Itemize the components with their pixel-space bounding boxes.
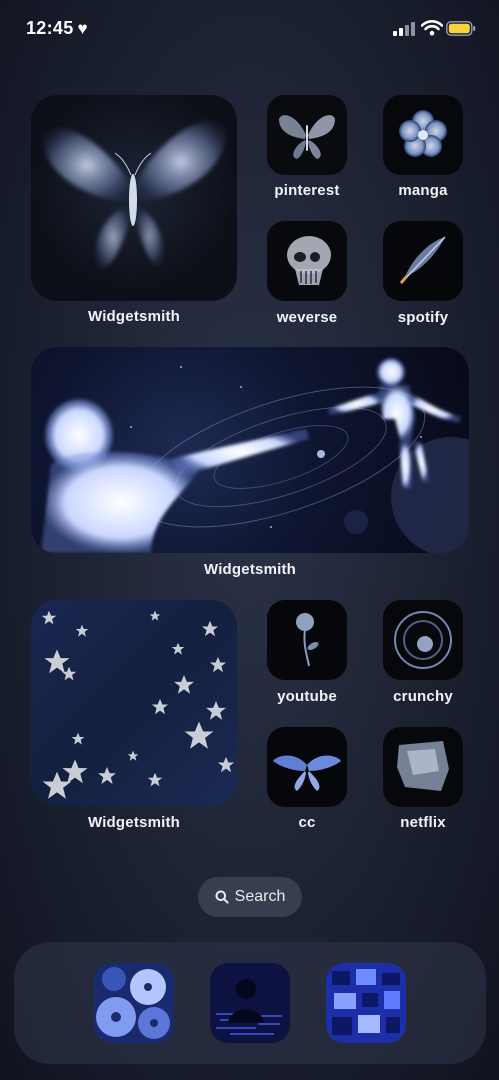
widget-middle-label: Widgetsmith [203, 561, 297, 578]
widgetsmith-stars-widget[interactable] [31, 600, 237, 806]
stars-fabric-image [41, 610, 235, 799]
widgetsmith-butterfly-widget[interactable] [31, 95, 237, 301]
app-manga-label: manga [398, 182, 448, 199]
plastic-bag-icon [383, 727, 463, 807]
search-icon [215, 890, 229, 904]
dock-app-screens[interactable] [326, 963, 406, 1043]
rose-icon [267, 600, 347, 680]
status-time: 12:45 ♥ [26, 18, 88, 39]
app-manga[interactable] [383, 95, 463, 175]
cds-icon [94, 963, 174, 1043]
app-youtube[interactable] [267, 600, 347, 680]
search-button[interactable]: Search [198, 877, 302, 917]
app-pinterest-label: pinterest [274, 182, 340, 199]
cellular-signal-icon [393, 22, 415, 36]
app-netflix-label: netflix [400, 814, 446, 831]
dock-app-silhouette[interactable] [210, 963, 290, 1043]
app-pinterest[interactable] [267, 95, 347, 175]
app-cc[interactable] [267, 727, 347, 807]
search-label: Search [234, 888, 286, 905]
time-label: 12:45 [26, 18, 74, 38]
app-youtube-label: youtube [277, 688, 337, 705]
app-weverse-label: weverse [276, 309, 338, 326]
butterfly-image [42, 120, 227, 270]
app-netflix[interactable] [383, 727, 463, 807]
spiral-icon [383, 600, 463, 680]
battery-icon [446, 21, 476, 36]
moth-icon [267, 727, 347, 807]
app-crunchy-label: crunchy [393, 688, 453, 705]
screens-icon [326, 963, 406, 1043]
silhouette-code-icon [210, 963, 290, 1043]
app-weverse[interactable] [267, 221, 347, 301]
heart-icon: ♥ [77, 19, 88, 38]
app-cc-label: cc [298, 814, 316, 831]
widget-bottom-label: Widgetsmith [87, 814, 181, 831]
app-crunchy[interactable] [383, 600, 463, 680]
app-spotify-label: spotify [397, 309, 449, 326]
wifi-icon [421, 20, 443, 36]
butterfly-icon [267, 95, 347, 175]
widget-top-label: Widgetsmith [87, 308, 181, 325]
feather-icon [383, 221, 463, 301]
skull-icon [267, 221, 347, 301]
two-figures-space-image [41, 358, 469, 553]
widgetsmith-space-widget[interactable] [31, 347, 469, 553]
app-spotify[interactable] [383, 221, 463, 301]
flower-icon [383, 95, 463, 175]
dock-app-cds[interactable] [94, 963, 174, 1043]
